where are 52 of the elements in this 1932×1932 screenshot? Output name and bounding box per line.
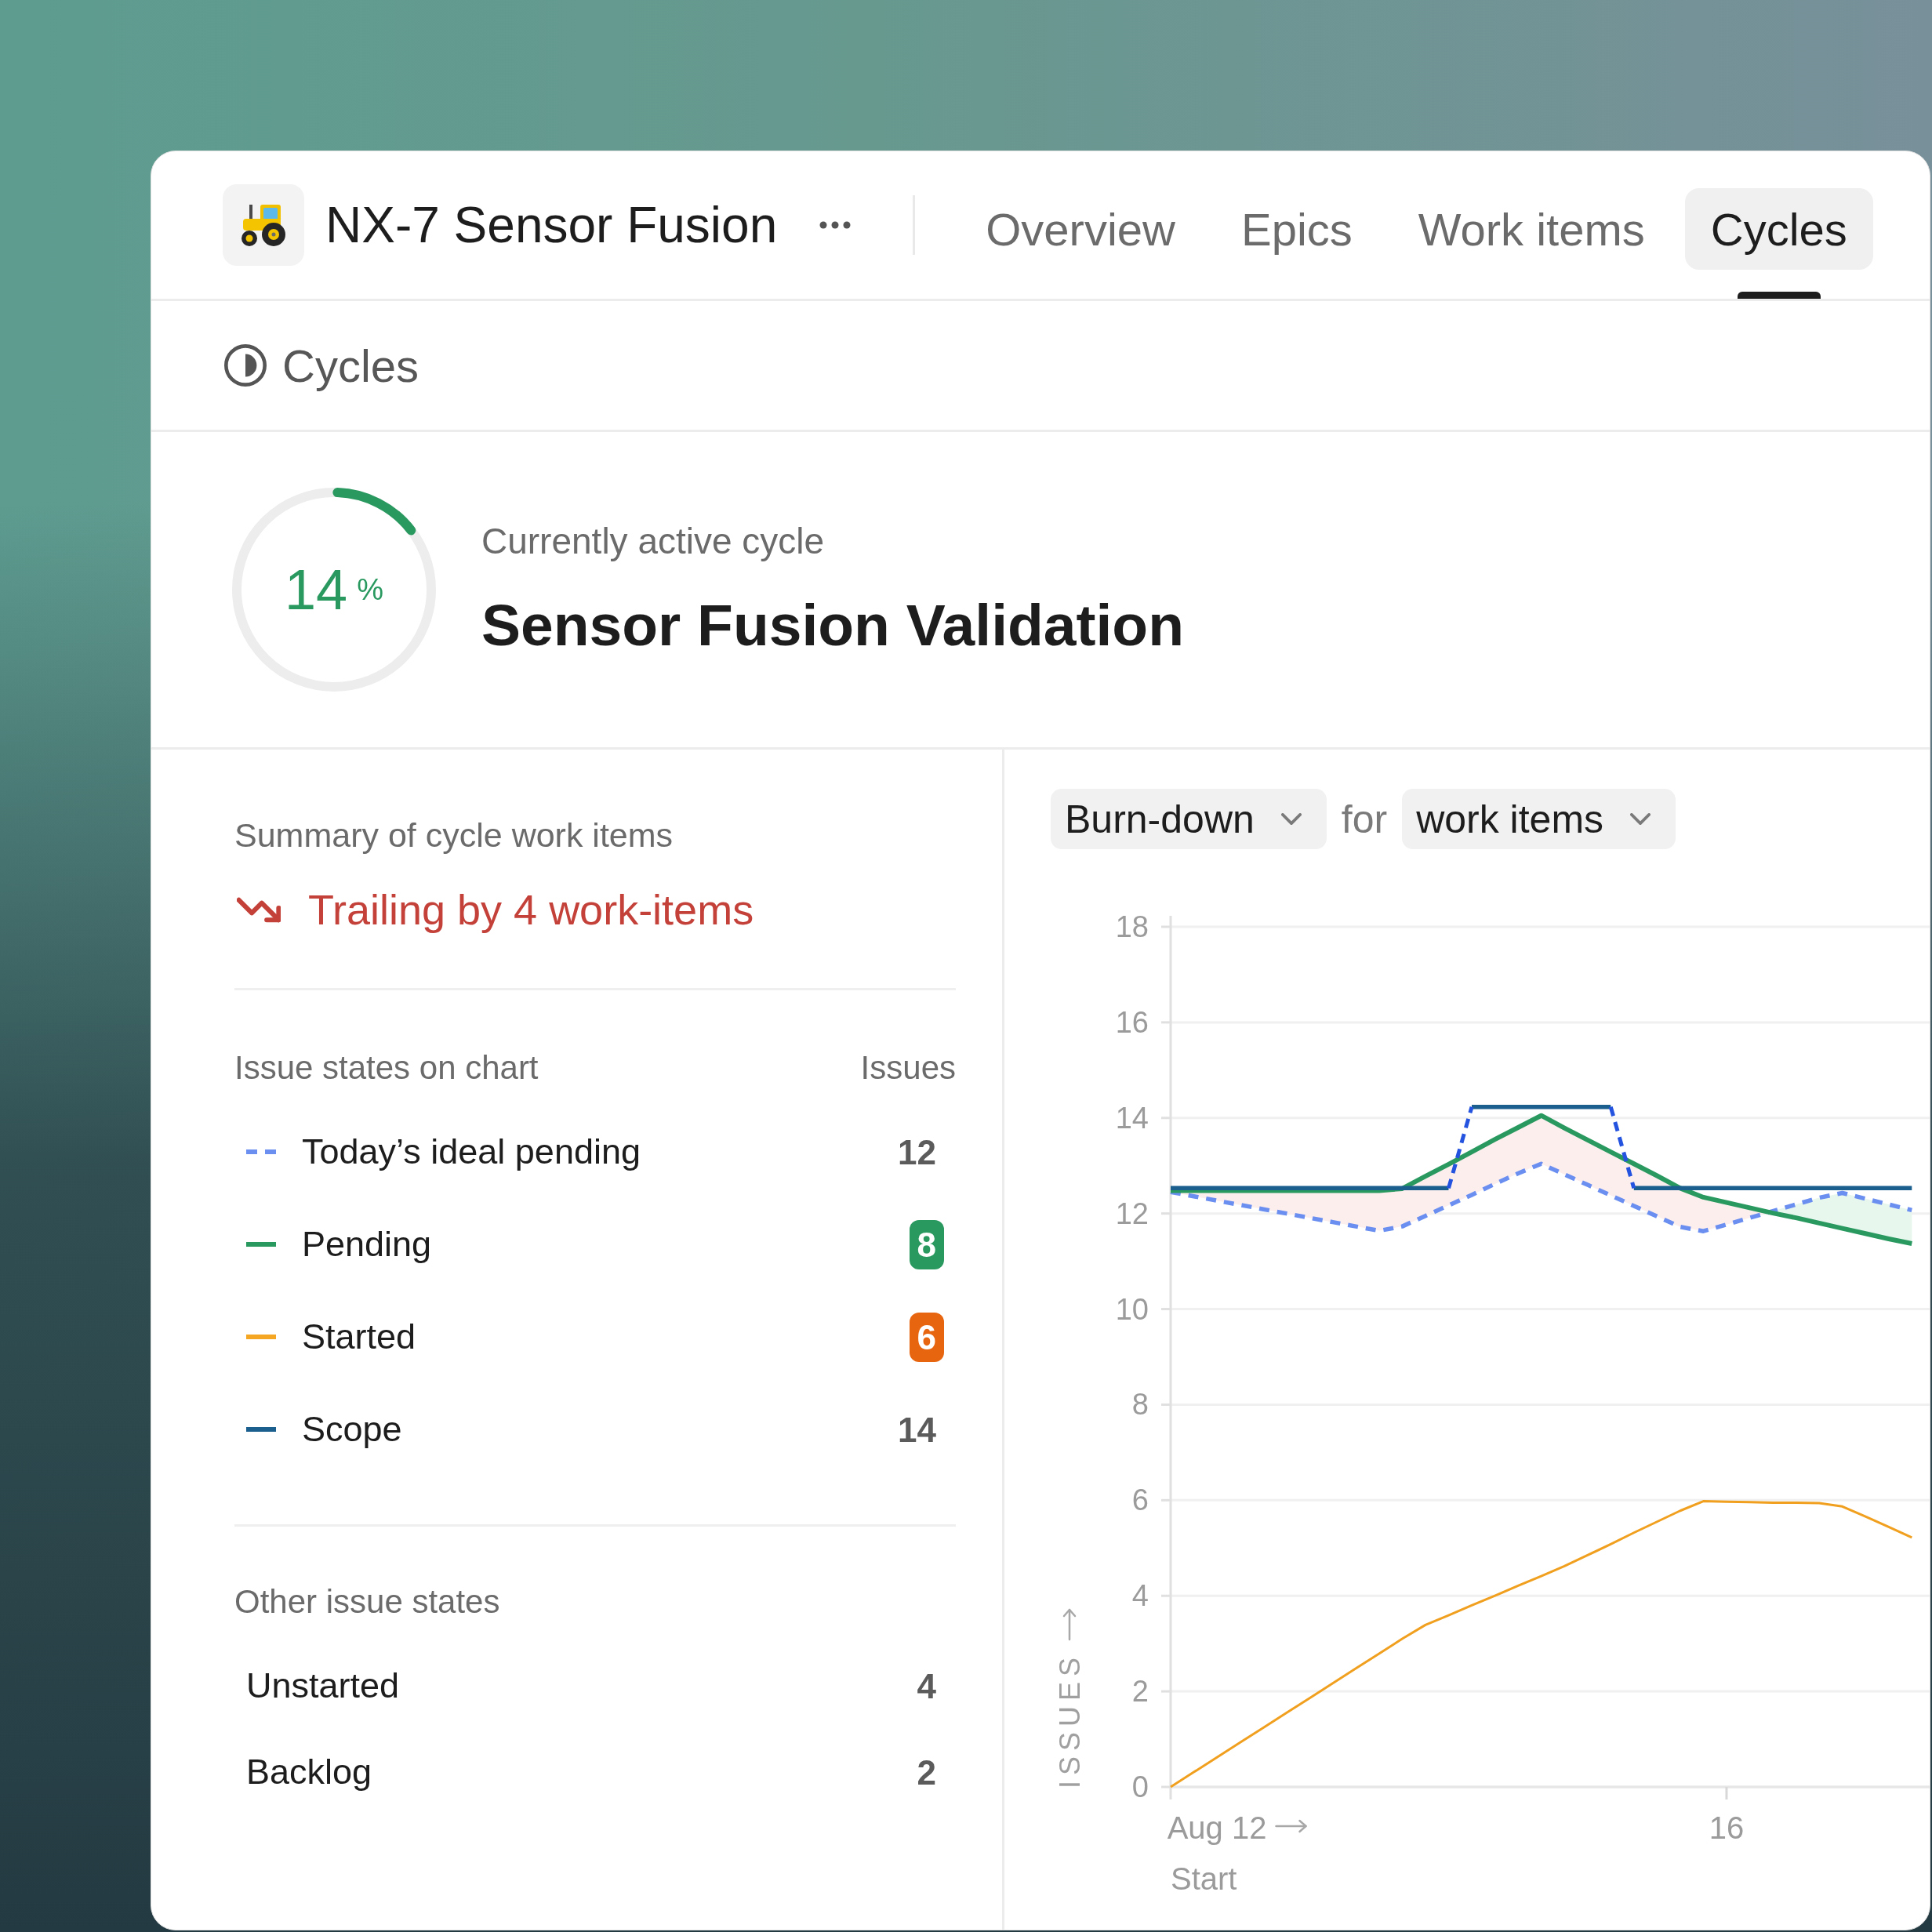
cycle-name: Sensor Fusion Validation [481,591,1184,659]
summary-title: Summary of cycle work items [234,815,674,855]
arrow-up-icon [1062,1608,1077,1641]
more-icon[interactable] [819,221,852,229]
y-axis-label: 14 [1115,1101,1149,1135]
connector-label: for [1341,796,1388,842]
arrow-right-icon [1275,1819,1307,1833]
y-axis-label: 10 [1115,1292,1149,1326]
state-label: Started [302,1316,416,1357]
state-label: Scope [302,1409,402,1450]
nav-tab[interactable]: Work items [1392,188,1671,270]
nav-tab[interactable]: Epics [1215,188,1378,270]
project-title: NX-7 Sensor Fusion [325,196,778,254]
y-axis-label: 6 [1131,1484,1149,1517]
issue-count: 4 [916,1665,937,1707]
y-axis-title: ISSUES [1053,1652,1086,1789]
annotation-label: Start [1171,1861,1237,1896]
progress-unit: % [357,572,383,607]
cycle-caption: Currently active cycle [481,520,826,563]
section-heading: Other issue states [234,1582,501,1622]
state-label: Pending [302,1224,432,1265]
chart-type-dropdown[interactable]: Burn-down [1051,789,1327,849]
section-heading: Issue states on chart [234,1048,539,1088]
cycle-icon [224,344,267,387]
nav-tab[interactable]: Overview [960,188,1201,270]
y-axis-label: 18 [1115,910,1149,943]
issue-count: 2 [916,1752,937,1793]
state-label: Backlog [246,1752,372,1792]
count-badge: 6 [909,1312,944,1362]
column-heading: Issues [860,1048,956,1088]
status-text: Trailing by 4 work-items [308,885,754,934]
y-axis-label: 2 [1131,1675,1149,1709]
issue-count: 12 [897,1131,937,1173]
progress-value: 14 [285,557,348,622]
trending-down-icon [237,896,281,923]
issue-count: 14 [897,1409,937,1451]
y-axis-label: 0 [1131,1770,1149,1803]
y-axis-label: 4 [1131,1579,1149,1613]
y-axis-label: 12 [1115,1197,1149,1230]
x-axis-label: 16 [1709,1810,1745,1845]
state-label: Unstarted [246,1665,400,1706]
subject-dropdown[interactable]: work items [1402,789,1676,849]
x-axis-label: Aug 12 [1167,1810,1267,1845]
y-axis-label: 16 [1115,1005,1149,1039]
state-label: Today’s ideal pending [302,1131,641,1172]
page-title: Cycles [282,339,419,392]
tractor-icon [223,184,304,266]
chevron-down-icon [1280,813,1302,825]
y-axis-label: 8 [1131,1388,1149,1422]
chevron-down-icon [1630,813,1651,825]
count-badge: 8 [909,1219,944,1269]
nav-tab[interactable]: Cycles [1684,188,1873,270]
